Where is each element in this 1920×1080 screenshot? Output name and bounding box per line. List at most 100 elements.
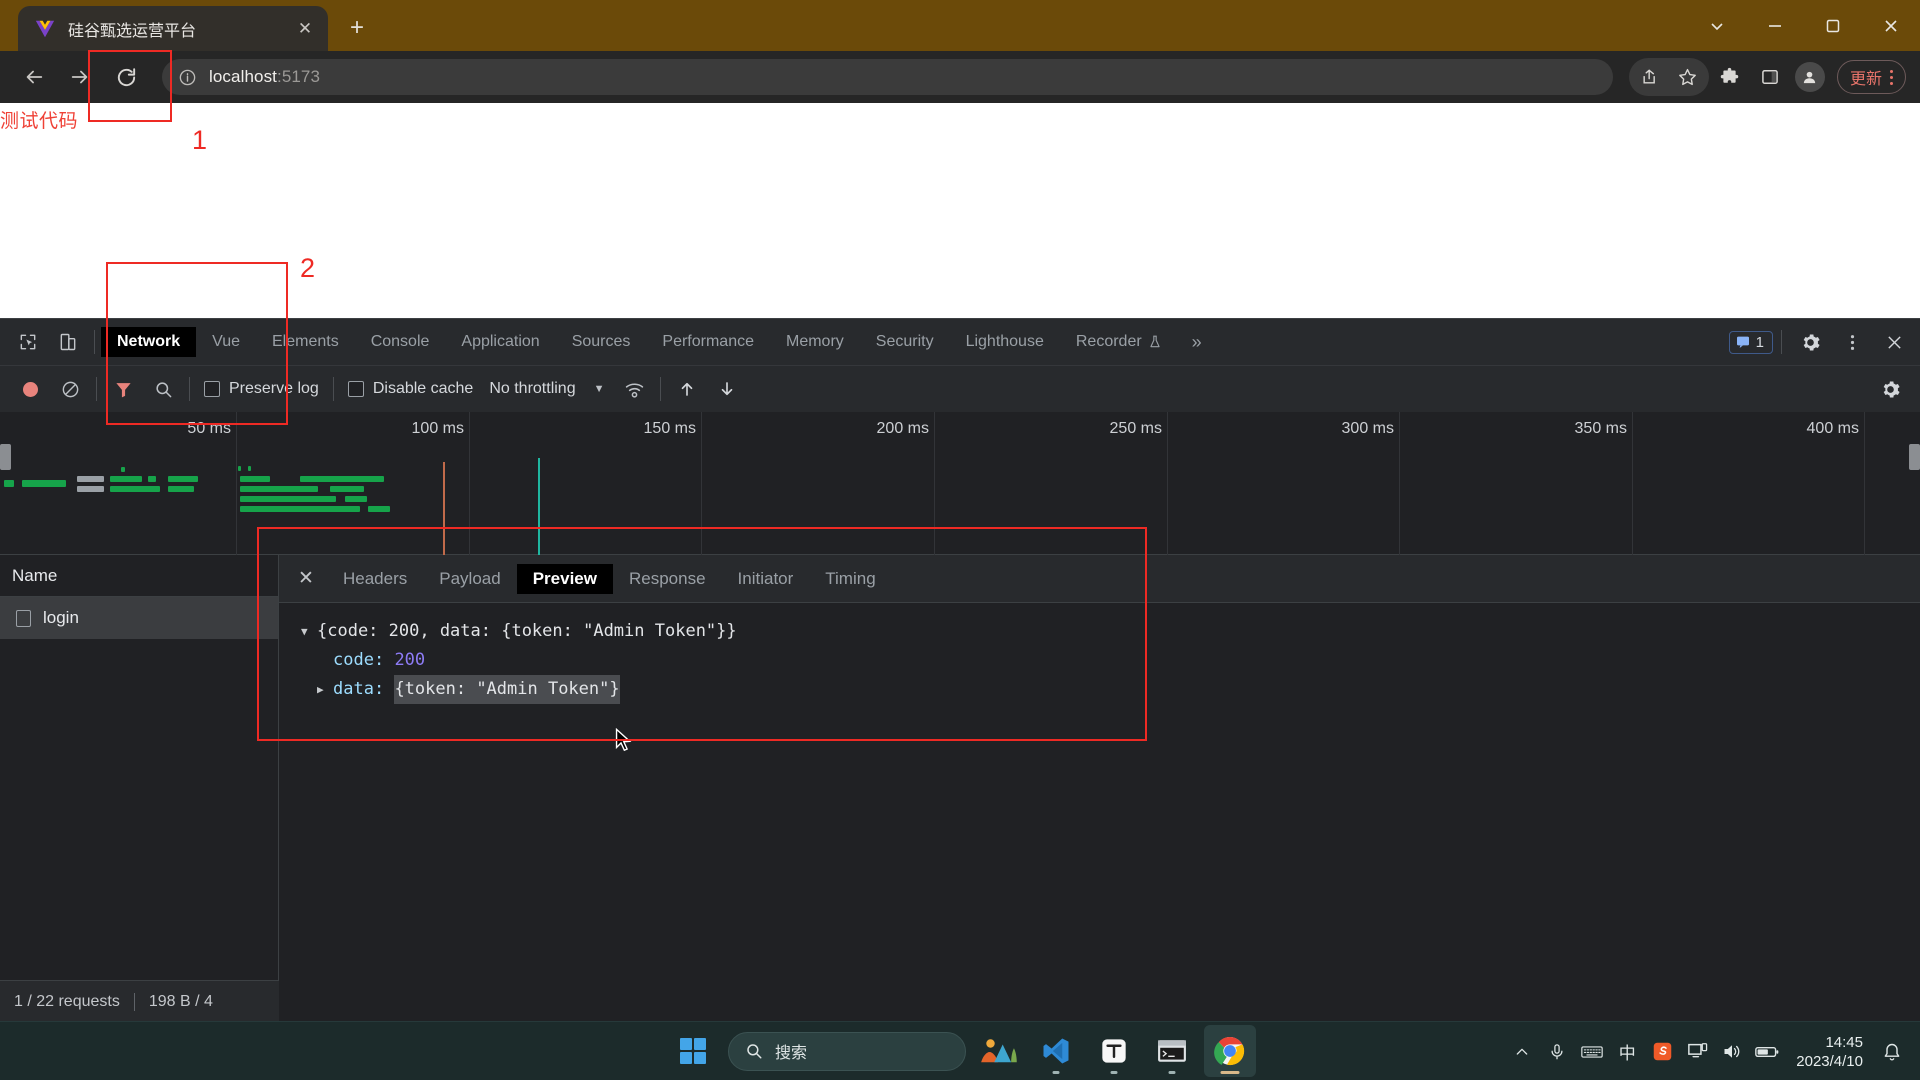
extensions-puzzle-icon[interactable]	[1711, 58, 1749, 96]
keyboard-icon[interactable]	[1576, 1036, 1608, 1068]
network-overview-timeline[interactable]: 50 ms 100 ms 150 ms 200 ms 250 ms 300 ms…	[0, 412, 1920, 896]
sogou-input-icon[interactable]	[1646, 1036, 1678, 1068]
close-icon[interactable]: ✕	[292, 16, 318, 42]
tab-memory[interactable]: Memory	[770, 327, 860, 357]
taskbar-chrome-icon[interactable]	[1204, 1025, 1256, 1077]
browser-tab[interactable]: 硅谷甄选运营平台 ✕	[18, 6, 328, 51]
tab-application[interactable]: Application	[445, 327, 555, 357]
battery-icon[interactable]	[1751, 1036, 1783, 1068]
profile-avatar[interactable]	[1791, 58, 1829, 96]
detail-tab-preview[interactable]: Preview	[516, 563, 613, 594]
chevron-down-icon[interactable]: ▼	[584, 383, 615, 395]
detail-close-icon[interactable]: ✕	[285, 567, 327, 590]
windows-taskbar: 搜索 中 14:45 2023/4/10	[0, 1021, 1920, 1080]
reload-icon[interactable]	[106, 57, 146, 97]
tab-performance[interactable]: Performance	[646, 327, 770, 357]
new-tab-button[interactable]: +	[340, 11, 374, 45]
tab-sources[interactable]: Sources	[556, 327, 647, 357]
checkbox-box	[204, 381, 220, 397]
network-display-icon[interactable]	[1681, 1036, 1713, 1068]
import-har-icon[interactable]	[667, 369, 707, 409]
expand-chevron-icon[interactable]	[1688, 0, 1746, 51]
tray-chevron-up-icon[interactable]	[1506, 1036, 1538, 1068]
address-bar[interactable]: localhost:5173	[162, 59, 1613, 95]
request-row-login[interactable]: login	[0, 597, 278, 639]
clear-requests-icon[interactable]	[50, 369, 90, 409]
system-tray: 中 14:45 2023/4/10	[1506, 1022, 1920, 1080]
collapse-triangle-icon[interactable]: ▶	[317, 675, 333, 704]
browser-toolbar: localhost:5173 更新	[0, 51, 1920, 103]
throttling-select[interactable]: No throttling	[481, 380, 583, 398]
microphone-icon[interactable]	[1541, 1036, 1573, 1068]
filter-icon[interactable]	[103, 369, 143, 409]
overview-scroll-right[interactable]	[1909, 444, 1920, 470]
browser-tabstrip: 硅谷甄选运营平台 ✕ +	[0, 0, 1920, 51]
minimize-icon[interactable]	[1746, 0, 1804, 51]
tab-network[interactable]: Network	[101, 327, 197, 357]
taskbar-search[interactable]: 搜索	[728, 1031, 966, 1071]
ime-indicator[interactable]: 中	[1611, 1036, 1643, 1068]
notification-bell-icon[interactable]	[1876, 1036, 1908, 1068]
window-close-icon[interactable]	[1862, 0, 1920, 51]
sidepanel-icon[interactable]	[1751, 58, 1789, 96]
export-har-icon[interactable]	[707, 369, 747, 409]
network-conditions-icon[interactable]	[614, 369, 654, 409]
devtools-tabbar: Network Vue Elements Console Application…	[0, 319, 1920, 365]
taskbar-terminal-icon[interactable]	[1146, 1025, 1198, 1077]
flask-icon	[1148, 334, 1162, 350]
taskbar-vscode-icon[interactable]	[1030, 1025, 1082, 1077]
detail-tab-headers[interactable]: Headers	[327, 564, 423, 594]
search-icon[interactable]	[143, 369, 183, 409]
timeline-tick: 350 ms	[1574, 420, 1627, 437]
network-toolbar: Preserve log Disable cache No throttling…	[0, 365, 1920, 412]
volume-icon[interactable]	[1716, 1036, 1748, 1068]
json-data-row[interactable]: ▶ data: {token: "Admin Token"}	[301, 675, 1920, 704]
tab-vue[interactable]: Vue	[196, 327, 256, 357]
detail-tab-payload[interactable]: Payload	[423, 564, 516, 594]
inspect-element-icon[interactable]	[8, 322, 48, 362]
tab-console[interactable]: Console	[355, 327, 446, 357]
tab-recorder[interactable]: Recorder	[1060, 327, 1178, 357]
divider	[189, 377, 190, 401]
taskbar-typora-icon[interactable]	[1088, 1025, 1140, 1077]
clock[interactable]: 14:45 2023/4/10	[1786, 1033, 1873, 1071]
preserve-log-checkbox[interactable]: Preserve log	[196, 380, 327, 398]
start-button-icon[interactable]	[680, 1038, 706, 1064]
disable-cache-checkbox[interactable]: Disable cache	[340, 380, 482, 398]
request-detail-tabbar: ✕ Headers Payload Preview Response Initi…	[279, 555, 1920, 603]
browser-menu-icon[interactable]	[1886, 69, 1897, 85]
share-icon[interactable]	[1631, 58, 1669, 96]
bookmark-star-icon[interactable]	[1669, 58, 1707, 96]
site-info-icon[interactable]	[178, 68, 197, 87]
tab-security[interactable]: Security	[860, 327, 950, 357]
detail-tab-response[interactable]: Response	[613, 564, 722, 594]
taskbar-widgets-icon[interactable]	[972, 1025, 1024, 1077]
more-tabs-icon[interactable]: »	[1178, 332, 1216, 353]
tab-lighthouse[interactable]: Lighthouse	[950, 327, 1060, 357]
json-root-row[interactable]: ▼ {code: 200, data: {token: "Admin Token…	[301, 617, 1920, 646]
back-icon[interactable]	[14, 57, 54, 97]
message-count-badge[interactable]: 1	[1728, 330, 1773, 354]
timeline-tick: 50 ms	[187, 420, 231, 437]
mouse-cursor	[615, 728, 632, 752]
record-button[interactable]	[10, 369, 50, 409]
devtools-menu-icon[interactable]	[1832, 322, 1872, 362]
preview-json-tree: ▼ {code: 200, data: {token: "Admin Token…	[279, 603, 1920, 704]
request-count: 1 / 22 requests	[14, 992, 120, 1010]
tab-elements[interactable]: Elements	[256, 327, 355, 357]
device-toolbar-icon[interactable]	[48, 322, 88, 362]
request-list-header[interactable]: Name	[0, 555, 278, 597]
devtools-close-icon[interactable]	[1874, 322, 1914, 362]
detail-tab-timing[interactable]: Timing	[809, 564, 891, 594]
timeline-tick: 200 ms	[876, 420, 929, 437]
detail-tab-initiator[interactable]: Initiator	[722, 564, 810, 594]
json-code-row[interactable]: code: 200	[301, 646, 1920, 675]
forward-icon[interactable]	[60, 57, 100, 97]
update-button[interactable]: 更新	[1836, 60, 1906, 94]
json-key-code: code:	[333, 650, 385, 670]
overview-scroll-left[interactable]	[0, 444, 11, 470]
gear-icon[interactable]	[1790, 322, 1830, 362]
maximize-icon[interactable]	[1804, 0, 1862, 51]
network-settings-gear-icon[interactable]	[1870, 369, 1910, 409]
expand-triangle-icon[interactable]: ▼	[301, 617, 317, 646]
